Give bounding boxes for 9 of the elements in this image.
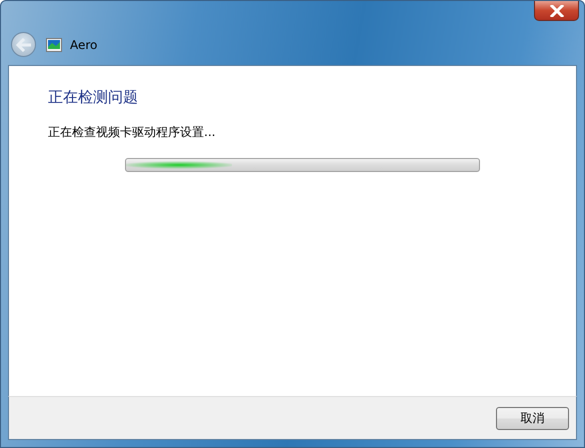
close-icon: [550, 4, 564, 16]
back-arrow-icon: [16, 38, 32, 52]
cancel-button[interactable]: 取消: [496, 406, 569, 430]
status-text: 正在检查视频卡驱动程序设置...: [48, 124, 216, 140]
window-title: Aero: [70, 38, 98, 52]
monitor-icon: [46, 38, 62, 52]
page-heading: 正在检测问题: [48, 87, 139, 107]
close-button[interactable]: [534, 1, 579, 21]
back-button[interactable]: [11, 32, 36, 57]
